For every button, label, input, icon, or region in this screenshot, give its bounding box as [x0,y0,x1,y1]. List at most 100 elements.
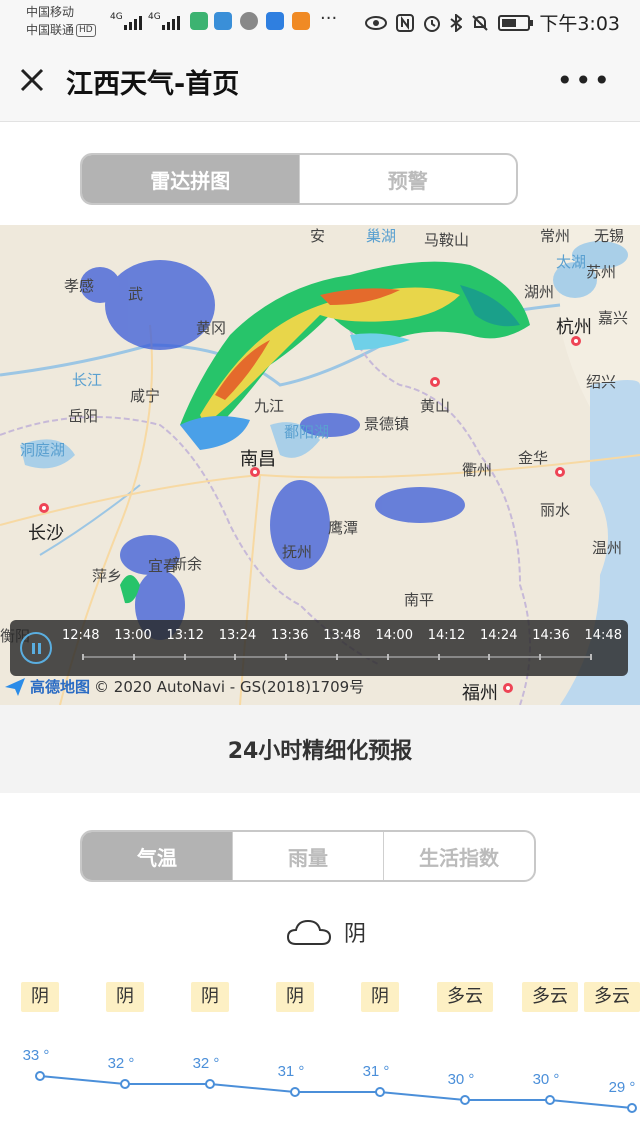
timeline-tick [82,654,84,660]
pause-button[interactable] [20,632,52,664]
pause-icon-bar [37,642,41,654]
hourly-condition-badge: 多云 [522,982,578,1012]
city-marker [571,336,581,346]
map-label-hangzhou: 杭州 [556,317,592,338]
map-label-shaoxing: 绍兴 [586,373,617,391]
nfc-icon [396,13,415,32]
alarm-icon [424,15,441,32]
city-marker [503,683,513,693]
more-menu-button[interactable]: ••• [556,64,612,97]
map-label-pingxiang: 萍乡 [92,567,123,585]
map-label-wenzhou: 温州 [592,539,623,557]
map-label-xianning: 咸宁 [130,387,161,405]
map-label-nanping: 南平 [404,591,435,609]
map-label-huzhou: 湖州 [524,283,555,301]
current-condition: 阴 [286,916,366,948]
tab-life-index[interactable]: 生活指数 [384,832,534,880]
status-right-group: 下午3:03 [365,9,620,36]
map-label-lishui: 丽水 [540,501,571,519]
timeline-time-label[interactable]: 13:12 [167,628,204,643]
temperature-label: 32 ° [108,1055,135,1072]
temperature-point [375,1087,385,1097]
hourly-condition-badge: 多云 [584,982,640,1012]
map-label-yichun: 宜春 [148,557,179,575]
timeline-time-label[interactable]: 14:48 [585,628,622,643]
timeline-track[interactable] [82,654,592,660]
current-condition-text: 阴 [344,922,367,947]
timeline-time-label[interactable]: 14:36 [532,628,569,643]
map-label-changjiang: 长江 [72,371,103,389]
tab-radar-mosaic[interactable]: 雷达拼图 [82,155,300,203]
timeline-time-label[interactable]: 14:12 [428,628,465,643]
forecast-tabs: 气温 雨量 生活指数 [80,830,536,882]
temperature-point [120,1079,130,1089]
page-title: 江西天气-首页 [66,69,240,100]
signal-bars-2-icon [162,14,180,30]
timeline-time-label[interactable]: 14:24 [480,628,517,643]
temperature-label: 30 ° [533,1071,560,1088]
bluetooth-icon [450,13,463,32]
map-label-suzhou: 苏州 [586,263,617,281]
wechat-icon [240,12,258,30]
battery-fill [502,18,516,27]
temperature-point [545,1095,555,1105]
map-label-yueyang: 岳阳 [68,407,99,425]
paper-plane-icon [214,12,232,30]
temperature-label: 31 ° [363,1063,390,1080]
city-marker [430,377,440,387]
map-label-changzhou: 常州 [540,227,571,245]
amap-logo-icon [5,677,25,696]
timeline-tick [183,654,186,660]
temperature-point [627,1103,637,1113]
carrier-2: 中国联通 [26,23,75,37]
timeline-time-label[interactable]: 13:48 [323,628,360,643]
more-dots-icon: ··· [320,8,338,29]
map-label-wu: 武 [128,285,144,303]
timeline-labels: 12:48 13:00 13:12 13:24 13:36 13:48 14:00 14:12… [62,628,622,643]
nav-bar: 江西天气-首页 ••• [0,42,640,122]
status-bar: 中国移动 中国联通 HD 4G 4G ··· 下午3:03 [0,0,640,42]
temperature-label: 29 ° [609,1079,636,1096]
timeline-tick [437,654,440,660]
hourly-condition-badge: 阴 [191,982,229,1012]
timeline-time-label[interactable]: 12:48 [62,628,99,643]
timeline-time-label[interactable]: 13:00 [114,628,151,643]
temperature-label: 30 ° [448,1071,475,1088]
timeline-tick [234,654,237,660]
signal-bars-1-icon [124,14,142,30]
map-label-fuzhou-jx: 抚州 [282,543,313,561]
timeline-tick [336,654,338,660]
map-label-an: 安 [310,227,326,245]
map-label-huangshan: 黄山 [420,397,451,415]
amap-brand: 高德地图 [30,678,91,696]
city-marker [39,503,49,513]
map-label-chaohu: 巢湖 [366,227,397,245]
temperature-point [290,1087,300,1097]
tab-warning[interactable]: 预警 [300,155,517,203]
map-label-jiaxing: 嘉兴 [598,309,629,327]
timeline-time-label[interactable]: 14:00 [376,628,413,643]
timeline-tick [132,654,135,660]
tab-temperature[interactable]: 气温 [82,832,233,880]
radar-map[interactable]: 孝感武黄冈 长江 岳阳 咸宁 洞庭湖 长沙 南昌 九江 鄱阳湖 景德镇 黄山 巢湖 马鞍山安常州 无锡 太湖… [0,225,640,705]
close-icon[interactable] [18,66,46,94]
timeline-time-label[interactable]: 13:24 [219,628,256,643]
hourly-condition-badge: 阴 [21,982,59,1012]
carrier-info: 中国移动 中国联通 HD [26,3,96,39]
timeline-tick [285,654,288,660]
map-label-yingtan: 鹰潭 [328,519,359,537]
network-type-1: 4G [110,12,123,22]
hourly-condition-badge: 多云 [437,982,493,1012]
temperature-point [35,1071,45,1081]
map-label-jingdezhen: 景德镇 [364,415,410,433]
tab-rainfall[interactable]: 雨量 [233,832,384,880]
map-label-huanggang: 黄冈 [196,319,227,337]
timeline-time-label[interactable]: 13:36 [271,628,308,643]
hourly-condition-badge: 阴 [106,982,144,1012]
hourly-condition-badge: 阴 [276,982,314,1012]
temperature-point [460,1095,470,1105]
battery-icon [498,14,534,31]
temperature-point [205,1079,215,1089]
map-label-poyang: 鄱阳湖 [284,423,330,441]
wechat-webview-page: 中国移动 中国联通 HD 4G 4G ··· 下午3:03 江西天气-首页 ••… [0,0,640,1138]
